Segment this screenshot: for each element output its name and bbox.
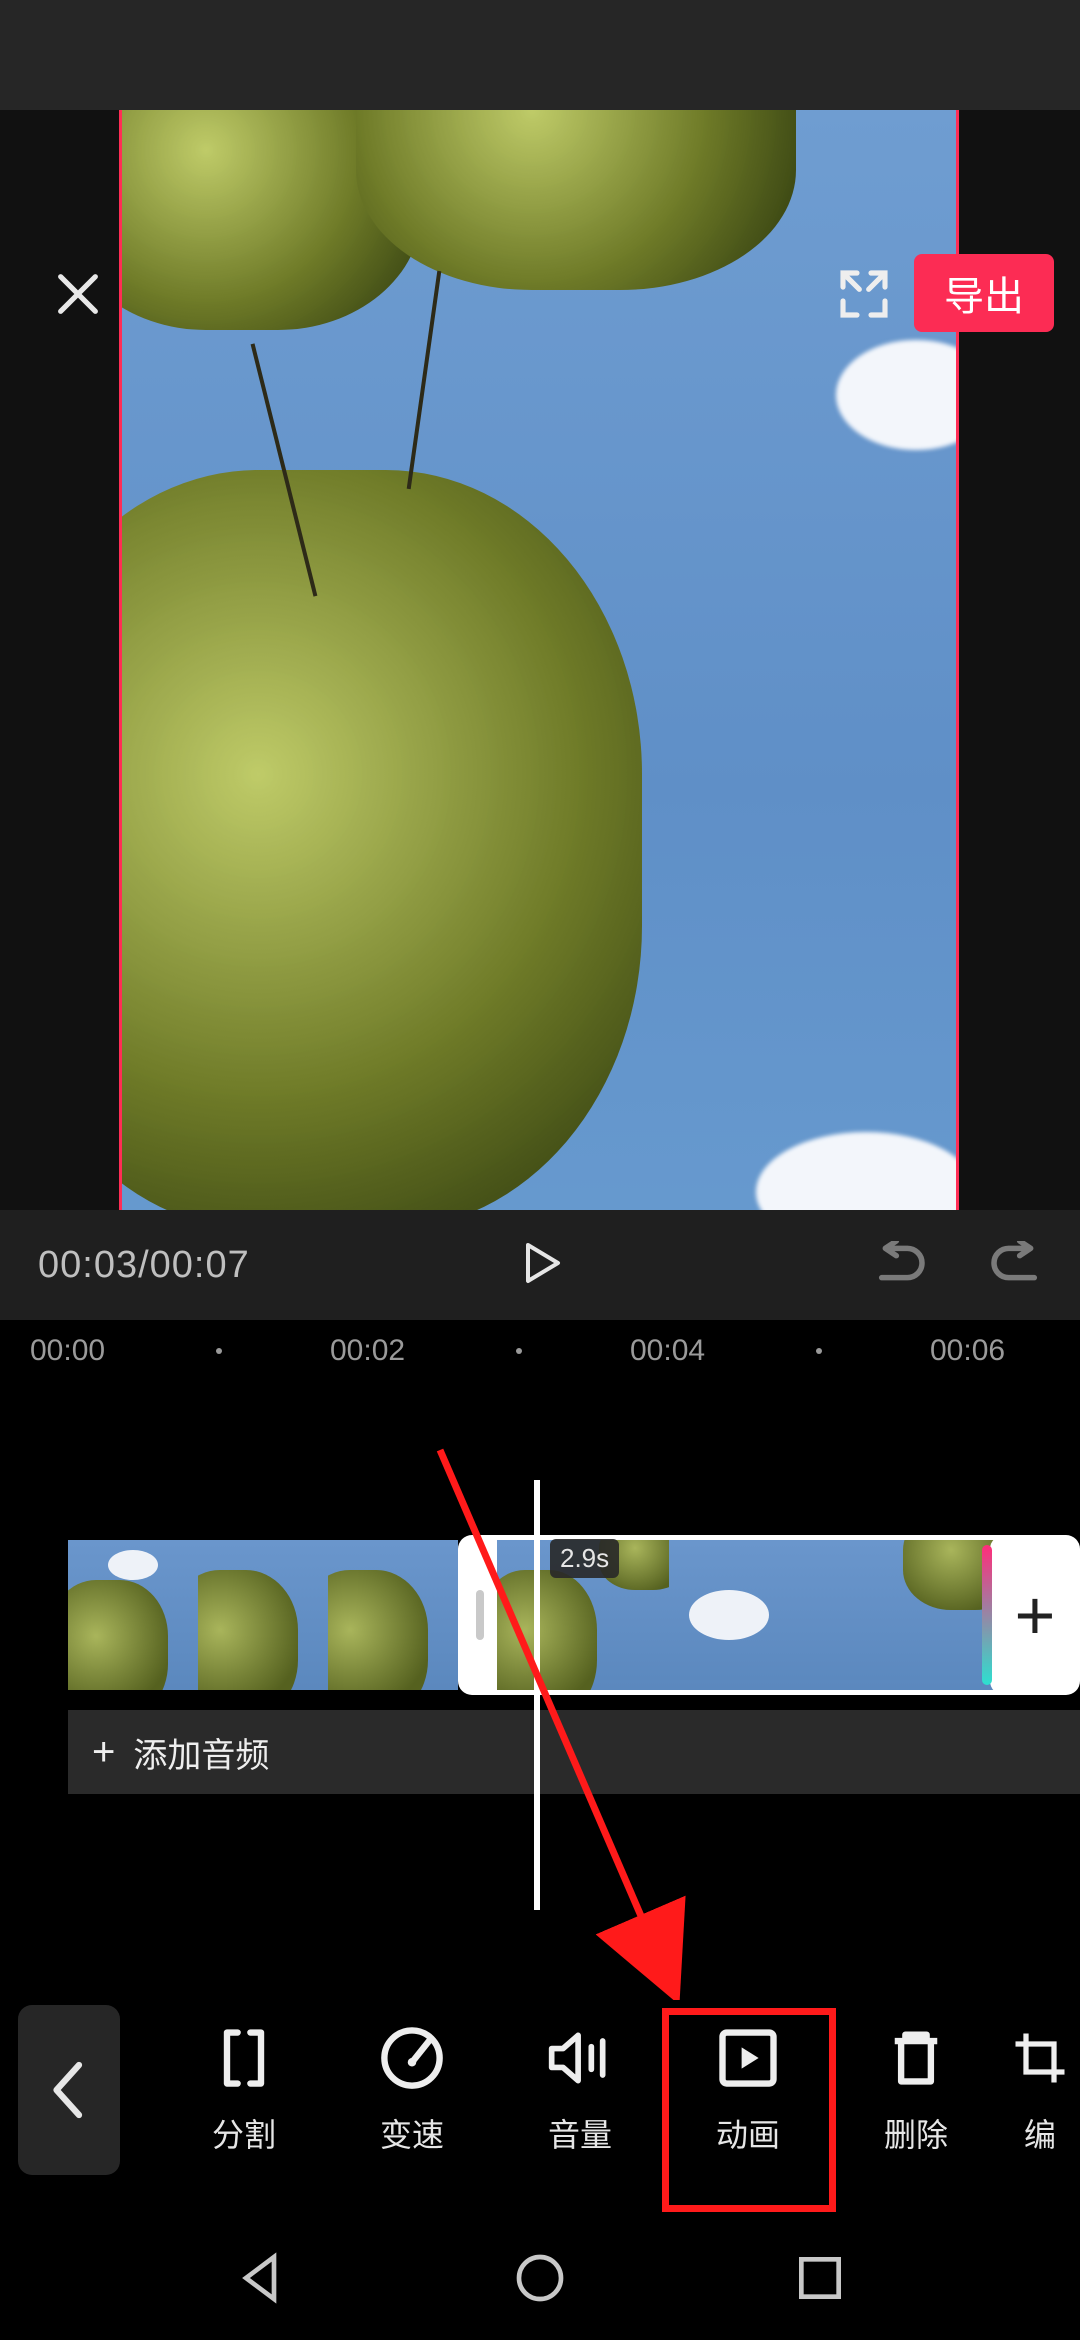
add-audio-button[interactable]: + 添加音频 — [68, 1710, 1080, 1794]
tool-label: 编 — [1024, 2110, 1056, 2156]
tool-edit[interactable]: 编 — [1000, 2024, 1080, 2156]
fullscreen-button[interactable] — [828, 258, 900, 330]
speed-icon — [378, 2024, 446, 2092]
play-button[interactable] — [516, 1239, 564, 1292]
add-audio-label: 添加音频 — [133, 1728, 269, 1777]
ruler-mark: 00:06 — [930, 1334, 1005, 1368]
video-clip-selected[interactable]: 2.9s — [458, 1535, 1018, 1695]
close-icon — [52, 268, 104, 320]
close-button[interactable] — [44, 260, 112, 328]
timecode: 00:03/00:07 — [38, 1244, 250, 1287]
edit-toolbar: 分割 变速 音量 动画 删除 编 — [0, 1980, 1080, 2200]
ruler-tick — [216, 1348, 222, 1354]
clip-trim-handle-left[interactable] — [463, 1540, 497, 1690]
system-nav-bar — [0, 2220, 1080, 2340]
timeline-ruler[interactable]: 00:00 00:02 00:04 00:06 — [0, 1320, 1080, 1380]
ruler-tick — [816, 1348, 822, 1354]
annotation-highlight — [662, 2008, 836, 2212]
transport-bar: 00:03/00:07 — [0, 1210, 1080, 1320]
tool-label: 删除 — [884, 2110, 948, 2156]
tool-label: 音量 — [548, 2110, 612, 2156]
chevron-left-icon — [49, 2060, 89, 2120]
plus-icon: + — [1015, 1575, 1056, 1655]
tool-speed[interactable]: 变速 — [328, 2024, 496, 2156]
undo-button[interactable] — [870, 1241, 930, 1290]
export-button[interactable]: 导出 — [914, 254, 1054, 332]
ruler-mark: 00:02 — [330, 1334, 405, 1368]
video-preview-area: 导出 — [0, 110, 1080, 1210]
add-clip-button[interactable]: + — [990, 1535, 1080, 1695]
tool-volume[interactable]: 音量 — [496, 2024, 664, 2156]
nav-home-button[interactable] — [512, 2250, 568, 2311]
clip-duration-badge: 2.9s — [550, 1539, 619, 1578]
nav-recent-button[interactable] — [792, 2250, 848, 2311]
tool-split[interactable]: 分割 — [160, 2024, 328, 2156]
playhead[interactable] — [534, 1480, 540, 1910]
undo-icon — [870, 1241, 930, 1285]
video-clip-1[interactable] — [68, 1540, 458, 1690]
crop-icon — [1012, 2024, 1068, 2092]
nav-back-button[interactable] — [232, 2250, 288, 2311]
status-bar — [0, 0, 1080, 110]
tool-label: 变速 — [380, 2110, 444, 2156]
ruler-mark: 00:00 — [30, 1334, 105, 1368]
timeline[interactable]: 2.9s + + 添加音频 — [0, 1380, 1080, 2020]
plus-icon: + — [92, 1730, 115, 1775]
ruler-mark: 00:04 — [630, 1334, 705, 1368]
clip-track: 2.9s — [68, 1540, 1080, 1690]
tool-delete[interactable]: 删除 — [832, 2024, 1000, 2156]
redo-button[interactable] — [986, 1241, 1046, 1290]
fullscreen-icon — [836, 266, 892, 322]
export-label: 导出 — [944, 264, 1024, 322]
split-icon — [210, 2024, 278, 2092]
redo-icon — [986, 1241, 1046, 1285]
delete-icon — [882, 2024, 950, 2092]
ruler-tick — [516, 1348, 522, 1354]
toolbar-back-button[interactable] — [18, 2005, 120, 2175]
play-icon — [516, 1239, 564, 1287]
tool-label: 分割 — [212, 2110, 276, 2156]
volume-icon — [546, 2024, 614, 2092]
